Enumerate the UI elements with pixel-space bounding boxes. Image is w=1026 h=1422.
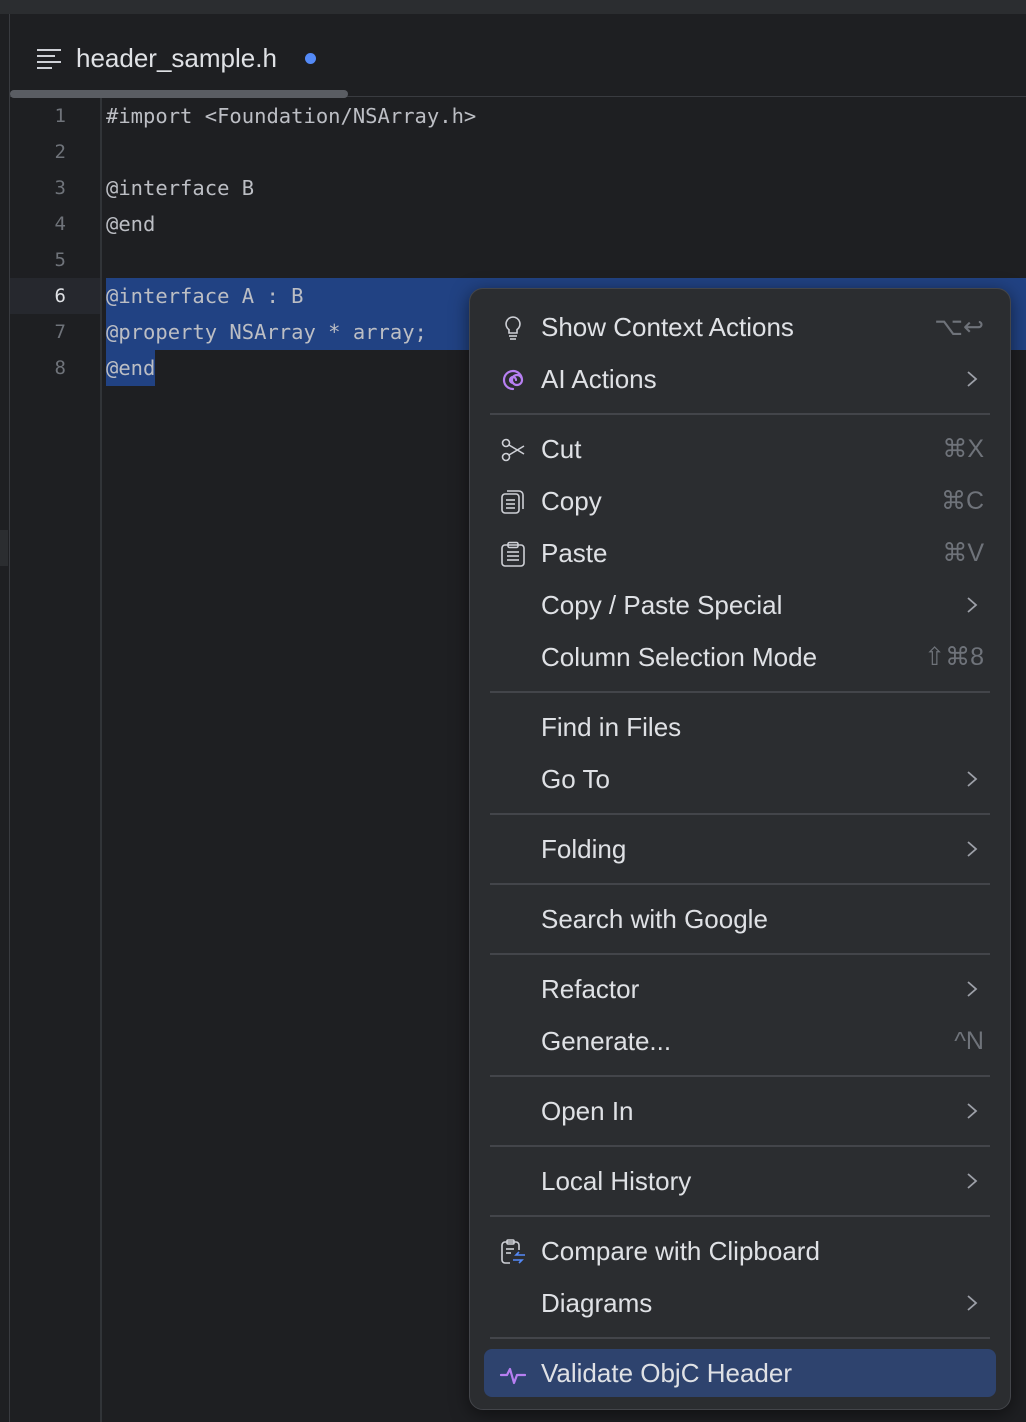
window-top-strip <box>0 0 1026 14</box>
lightbulb-icon <box>505 316 521 340</box>
menu-item-folding[interactable]: Folding <box>484 825 996 873</box>
shortcut: ⌘X <box>942 435 984 463</box>
shortcut: ⌥↩ <box>934 313 984 341</box>
left-tool-strip <box>0 14 10 1422</box>
menu-item-label: Copy <box>541 485 602 516</box>
line-number: 2 <box>54 141 66 163</box>
code-line[interactable]: #import <Foundation/NSArray.h> <box>106 98 476 134</box>
menu-separator <box>490 953 990 955</box>
menu-item-label: Open In <box>541 1095 634 1126</box>
menu-item-label: Search with Google <box>541 903 768 934</box>
menu-item-copy[interactable]: Copy ⌘C <box>484 477 996 525</box>
line-number: 4 <box>54 213 66 235</box>
line-number-current: 6 <box>10 278 100 314</box>
menu-item-go-to[interactable]: Go To <box>484 755 996 803</box>
chevron-right-icon <box>967 1103 978 1119</box>
menu-item-label: Go To <box>541 763 610 794</box>
menu-item-label: Validate ObjC Header <box>541 1357 792 1388</box>
menu-item-label: Cut <box>541 433 582 464</box>
line-number: 7 <box>54 321 66 343</box>
menu-item-label: Show Context Actions <box>541 311 794 342</box>
code-line-selected[interactable]: @interface A : B <box>106 278 303 314</box>
menu-item-label: Compare with Clipboard <box>541 1235 820 1266</box>
menu-item-search-with-google[interactable]: Search with Google <box>484 895 996 943</box>
menu-item-label: Refactor <box>541 973 640 1004</box>
code-line[interactable]: @end <box>106 206 155 242</box>
menu-item-label: Find in Files <box>541 711 682 742</box>
menu-item-label: Paste <box>541 537 608 568</box>
menu-item-label: Folding <box>541 833 627 864</box>
copy-icon <box>501 490 524 514</box>
menu-separator <box>490 813 990 815</box>
menu-separator <box>490 691 990 693</box>
menu-item-show-context-actions[interactable]: Show Context Actions ⌥↩ <box>484 303 996 351</box>
chevron-right-icon <box>967 771 978 787</box>
menu-item-label: AI Actions <box>541 363 657 394</box>
menu-separator <box>490 883 990 885</box>
menu-separator <box>490 413 990 415</box>
menu-item-local-history[interactable]: Local History <box>484 1157 996 1205</box>
chevron-right-icon <box>967 371 978 387</box>
menu-separator <box>490 1075 990 1077</box>
scissors-icon <box>501 438 525 462</box>
tab-label: header_sample.h <box>76 42 277 73</box>
tool-strip-marker <box>0 530 8 566</box>
text-file-icon <box>37 49 61 69</box>
menu-item-open-in[interactable]: Open In <box>484 1087 996 1135</box>
menu-item-ai-actions[interactable]: AI Actions <box>484 355 996 403</box>
compare-clipboard-icon <box>501 1239 525 1264</box>
menu-item-paste[interactable]: Paste ⌘V <box>484 529 996 577</box>
chevron-right-icon <box>967 597 978 613</box>
context-menu: Show Context Actions ⌥↩ AI Actions Cut ⌘… <box>469 288 1011 1410</box>
line-number: 8 <box>54 357 66 379</box>
menu-item-label: Local History <box>541 1165 692 1196</box>
shortcut: ⌘C <box>940 487 984 515</box>
menu-item-column-selection-mode[interactable]: Column Selection Mode ⇧⌘8 <box>484 633 996 681</box>
menu-item-label: Column Selection Mode <box>541 641 818 672</box>
chevron-right-icon <box>967 981 978 997</box>
chevron-right-icon <box>967 1295 978 1311</box>
line-number-gutter: 1 2 3 4 5 6 7 8 <box>10 98 102 1422</box>
menu-item-diagrams[interactable]: Diagrams <box>484 1279 996 1327</box>
menu-item-compare-with-clipboard[interactable]: Compare with Clipboard <box>484 1227 996 1275</box>
menu-item-validate-objc-header[interactable]: Validate ObjC Header <box>484 1349 996 1397</box>
ai-spiral-icon <box>502 369 524 391</box>
shortcut: ⇧⌘8 <box>924 643 984 671</box>
menu-item-label: Generate... <box>541 1025 672 1056</box>
menu-item-copy-paste-special[interactable]: Copy / Paste Special <box>484 581 996 629</box>
clipboard-icon <box>501 541 525 567</box>
menu-item-cut[interactable]: Cut ⌘X <box>484 425 996 473</box>
chevron-right-icon <box>967 1173 978 1189</box>
tab-scrollbar[interactable] <box>10 90 348 98</box>
pulse-icon <box>500 1367 526 1385</box>
shortcut: ^N <box>954 1026 984 1055</box>
code-line[interactable]: @interface B <box>106 170 254 206</box>
modified-indicator <box>304 52 316 64</box>
editor-tab-bar: header_sample.h <box>10 14 1026 97</box>
menu-separator <box>490 1337 990 1339</box>
menu-item-find-in-files[interactable]: Find in Files <box>484 703 996 751</box>
chevron-right-icon <box>967 841 978 857</box>
line-number: 5 <box>54 249 66 271</box>
line-number: 3 <box>54 177 66 199</box>
code-line-selected[interactable]: @end <box>106 350 156 386</box>
line-number: 1 <box>54 105 66 127</box>
menu-separator <box>490 1215 990 1217</box>
menu-item-label: Diagrams <box>541 1287 653 1318</box>
tab-header-sample[interactable]: header_sample.h <box>36 40 316 76</box>
shortcut: ⌘V <box>942 539 984 567</box>
menu-separator <box>490 1145 990 1147</box>
menu-item-generate[interactable]: Generate... ^N <box>484 1017 996 1065</box>
menu-item-refactor[interactable]: Refactor <box>484 965 996 1013</box>
code-line-selected[interactable]: @property NSArray * array; <box>106 314 427 350</box>
menu-item-label: Copy / Paste Special <box>541 589 783 620</box>
